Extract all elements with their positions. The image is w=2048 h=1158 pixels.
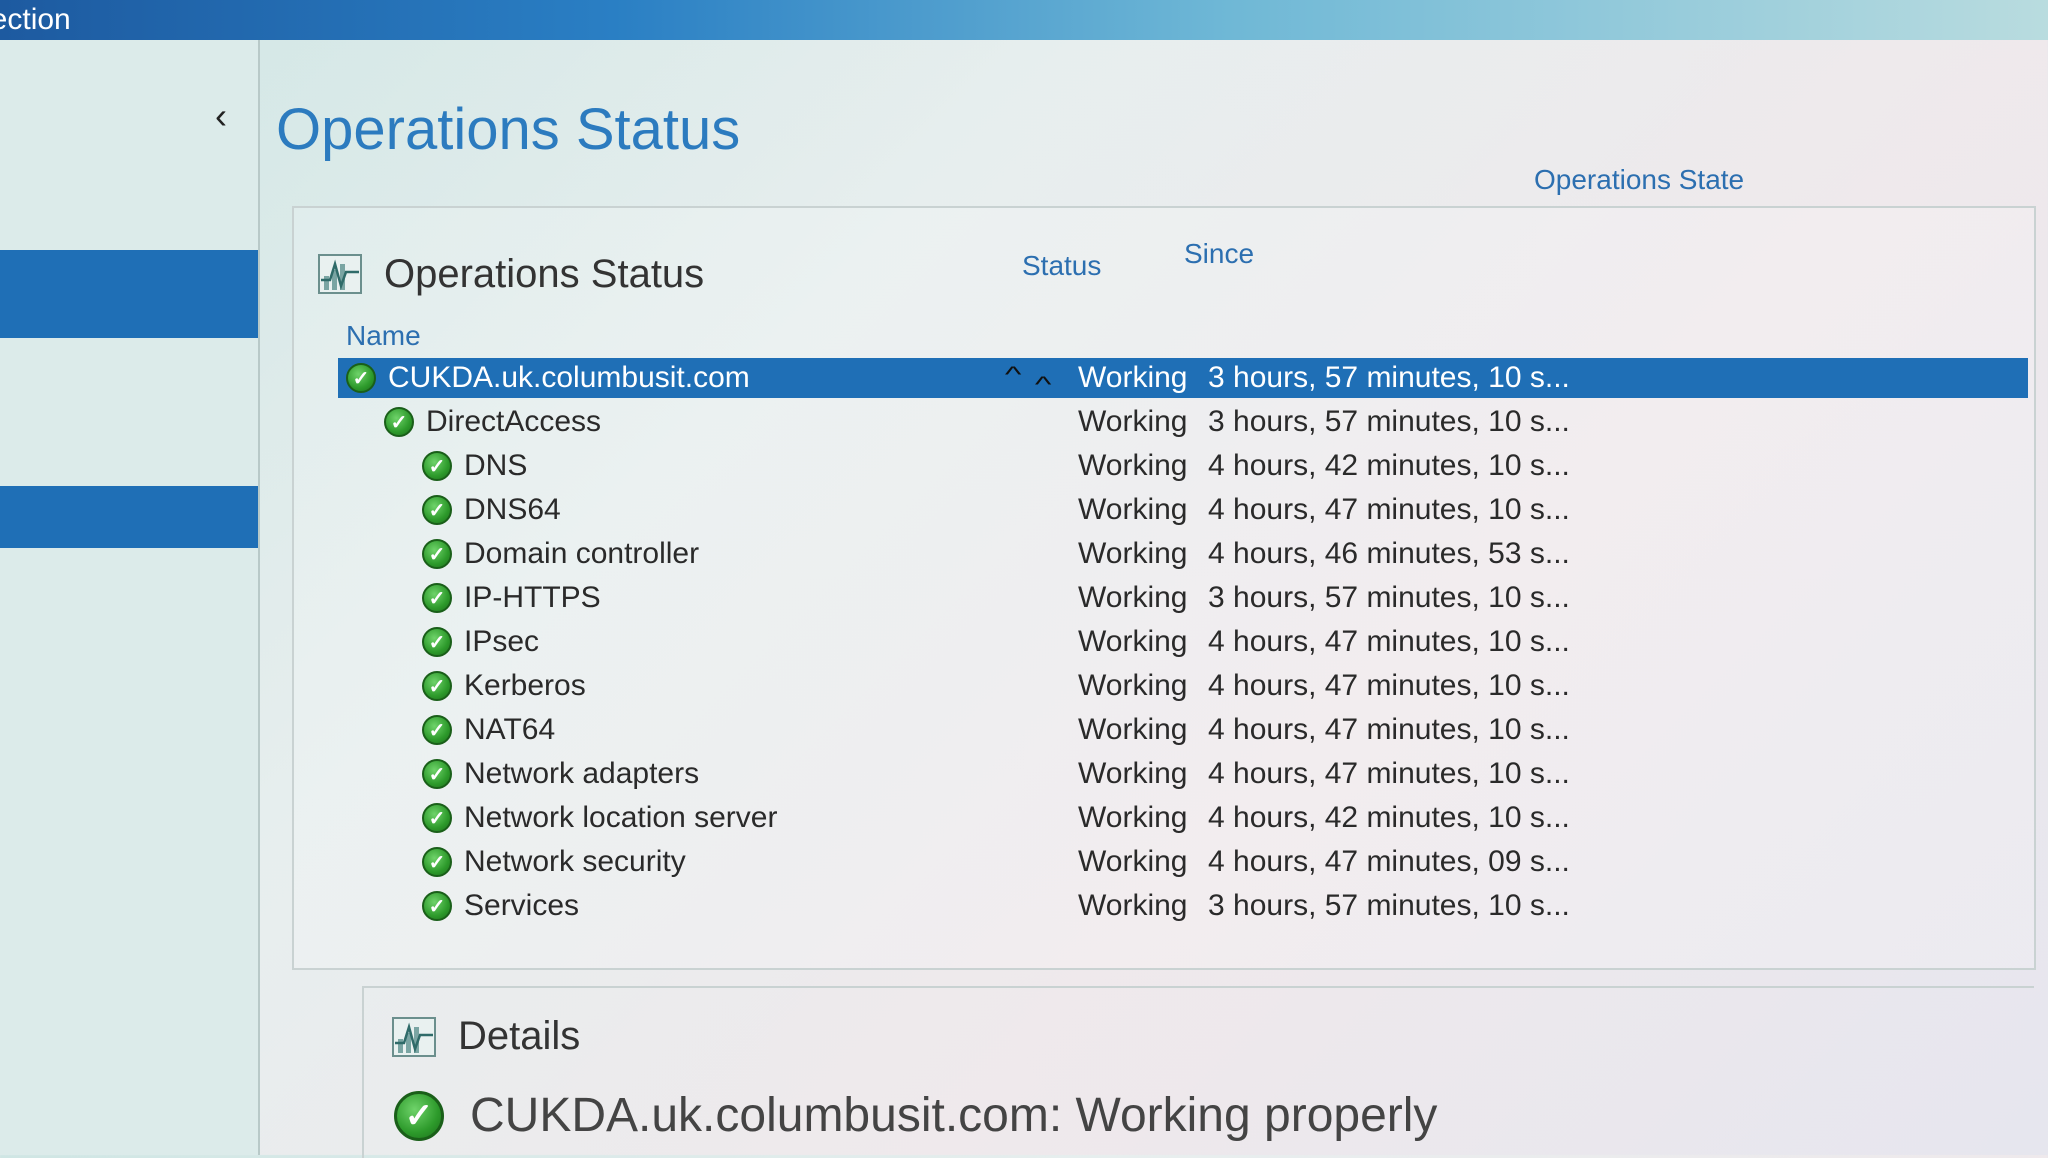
tree-row-ip-https[interactable]: ✓ IP-HTTPS Working 3 hours, 57 minutes, … bbox=[338, 578, 2028, 618]
details-text: CUKDA.uk.columbusit.com: Working properl… bbox=[470, 1089, 1438, 1142]
column-header-status[interactable]: Status bbox=[1022, 250, 1101, 282]
panel-title: Operations Status bbox=[384, 251, 705, 296]
ok-check-icon: ✓ bbox=[422, 803, 452, 833]
ok-check-icon: ✓ bbox=[422, 627, 452, 657]
row-since: 3 hours, 57 minutes, 10 s... bbox=[1208, 361, 1570, 394]
ok-check-icon: ✓ bbox=[384, 407, 414, 437]
tree-row-network-adapters[interactable]: ✓ Network adapters Working 4 hours, 47 m… bbox=[338, 754, 2028, 794]
tree-row-services[interactable]: ✓ Services Working 3 hours, 57 minutes, … bbox=[338, 886, 2028, 926]
collapse-caret-icon[interactable]: ^ bbox=[1005, 362, 1022, 388]
row-since: 4 hours, 47 minutes, 10 s... bbox=[1208, 757, 1570, 790]
row-name: ✓ CUKDA.uk.columbusit.com bbox=[346, 358, 750, 398]
tree-row-domain-controller[interactable]: ✓ Domain controller Working 4 hours, 46 … bbox=[338, 534, 2028, 574]
ok-check-icon: ✓ bbox=[394, 1090, 444, 1141]
row-status: Working bbox=[1078, 713, 1188, 746]
ok-check-icon: ✓ bbox=[346, 363, 376, 393]
tree-row-kerberos[interactable]: ✓ Kerberos Working 4 hours, 47 minutes, … bbox=[338, 666, 2028, 706]
ok-check-icon: ✓ bbox=[422, 495, 452, 525]
row-since: 3 hours, 57 minutes, 10 s... bbox=[1208, 889, 1570, 922]
sidebar-item-highlighted[interactable] bbox=[0, 486, 258, 548]
page-title: Operations Status bbox=[276, 97, 741, 162]
ok-check-icon: ✓ bbox=[422, 759, 452, 789]
tree-row-nat64[interactable]: ✓ NAT64 Working 4 hours, 47 minutes, 10 … bbox=[338, 710, 2028, 750]
row-status: Working bbox=[1078, 889, 1188, 922]
ok-check-icon: ✓ bbox=[422, 891, 452, 921]
row-name: ✓ Domain controller bbox=[422, 534, 699, 574]
ok-check-icon: ✓ bbox=[422, 539, 452, 569]
row-status: Working bbox=[1078, 449, 1188, 482]
row-name: ✓ Services bbox=[422, 886, 579, 926]
row-since: 4 hours, 42 minutes, 10 s... bbox=[1208, 449, 1570, 482]
row-status: Working bbox=[1078, 801, 1188, 834]
sidebar-item-selected[interactable] bbox=[0, 250, 258, 338]
panel-header: Operations Status bbox=[318, 244, 704, 304]
row-since: 4 hours, 47 minutes, 09 s... bbox=[1208, 845, 1570, 878]
row-status: Working bbox=[1078, 361, 1188, 394]
details-status-message: ✓ CUKDA.uk.columbusit.com: Working prope… bbox=[394, 1088, 1437, 1143]
operations-status-panel: Operations Status Operations State Since… bbox=[292, 164, 2036, 970]
tree-row-network-location-server[interactable]: ✓ Network location server Working 4 hour… bbox=[338, 798, 2028, 838]
column-header-name[interactable]: Name bbox=[346, 320, 421, 352]
details-title: Details bbox=[458, 1014, 581, 1058]
pulse-chart-icon bbox=[318, 254, 362, 294]
row-status: Working bbox=[1078, 757, 1188, 790]
row-since: 4 hours, 47 minutes, 10 s... bbox=[1208, 713, 1570, 746]
row-since: 4 hours, 42 minutes, 10 s... bbox=[1208, 801, 1570, 834]
row-name: ✓ Network location server bbox=[422, 798, 777, 838]
row-status: Working bbox=[1078, 405, 1188, 438]
row-status: Working bbox=[1078, 669, 1188, 702]
ok-check-icon: ✓ bbox=[422, 451, 452, 481]
row-since: 4 hours, 46 minutes, 53 s... bbox=[1208, 537, 1570, 570]
row-name: ✓ DirectAccess bbox=[384, 402, 601, 442]
row-since: 3 hours, 57 minutes, 10 s... bbox=[1208, 405, 1570, 438]
ok-check-icon: ✓ bbox=[422, 671, 452, 701]
row-status: Working bbox=[1078, 581, 1188, 614]
row-name: ✓ DNS64 bbox=[422, 490, 561, 530]
row-name: ✓ IPsec bbox=[422, 622, 539, 662]
ok-check-icon: ✓ bbox=[422, 715, 452, 745]
collapse-sidebar-chevron-icon[interactable]: ‹ bbox=[206, 96, 236, 136]
row-since: 3 hours, 57 minutes, 10 s... bbox=[1208, 581, 1570, 614]
pulse-chart-icon bbox=[392, 1016, 436, 1057]
details-panel: Details ✓ CUKDA.uk.columbusit.com: Worki… bbox=[362, 986, 2034, 1158]
row-name: ✓ NAT64 bbox=[422, 710, 555, 750]
row-name: ✓ Network security bbox=[422, 842, 686, 882]
tree-row-network-security[interactable]: ✓ Network security Working 4 hours, 47 m… bbox=[338, 842, 2028, 882]
row-name: ✓ Kerberos bbox=[422, 666, 586, 706]
row-name: ✓ Network adapters bbox=[422, 754, 699, 794]
row-name: ✓ IP-HTTPS bbox=[422, 578, 601, 618]
row-name: ✓ DNS bbox=[422, 446, 527, 486]
window-titlebar: nection bbox=[0, 0, 2048, 40]
tree-row-dns64[interactable]: ✓ DNS64 Working 4 hours, 47 minutes, 10 … bbox=[338, 490, 2028, 530]
row-status: Working bbox=[1078, 625, 1188, 658]
ok-check-icon: ✓ bbox=[422, 583, 452, 613]
row-status: Working bbox=[1078, 845, 1188, 878]
tree-row-directaccess[interactable]: ✓ DirectAccess ^ Working 3 hours, 57 min… bbox=[338, 372, 2028, 442]
main-content: Operations Status Operations Status Oper… bbox=[272, 56, 2036, 1158]
row-since: 4 hours, 47 minutes, 10 s... bbox=[1208, 493, 1570, 526]
window-title: nection bbox=[0, 3, 71, 36]
tree-row-dns[interactable]: ✓ DNS Working 4 hours, 42 minutes, 10 s.… bbox=[338, 446, 2028, 486]
details-header: Details bbox=[392, 1014, 580, 1059]
ok-check-icon: ✓ bbox=[422, 847, 452, 877]
tree-row-server[interactable]: ✓ CUKDA.uk.columbusit.com ^ Working 3 ho… bbox=[338, 358, 2028, 398]
row-since: 4 hours, 47 minutes, 10 s... bbox=[1208, 669, 1570, 702]
tree-row-ipsec[interactable]: ✓ IPsec Working 4 hours, 47 minutes, 10 … bbox=[338, 622, 2028, 662]
row-status: Working bbox=[1078, 537, 1188, 570]
row-since: 4 hours, 47 minutes, 10 s... bbox=[1208, 625, 1570, 658]
collapse-caret-icon[interactable]: ^ bbox=[1035, 372, 1052, 398]
sidebar: ‹ bbox=[0, 40, 260, 1155]
row-status: Working bbox=[1078, 493, 1188, 526]
column-header-operations-state[interactable]: Operations State bbox=[1534, 164, 1744, 196]
column-header-since[interactable]: Since bbox=[1184, 238, 1254, 270]
